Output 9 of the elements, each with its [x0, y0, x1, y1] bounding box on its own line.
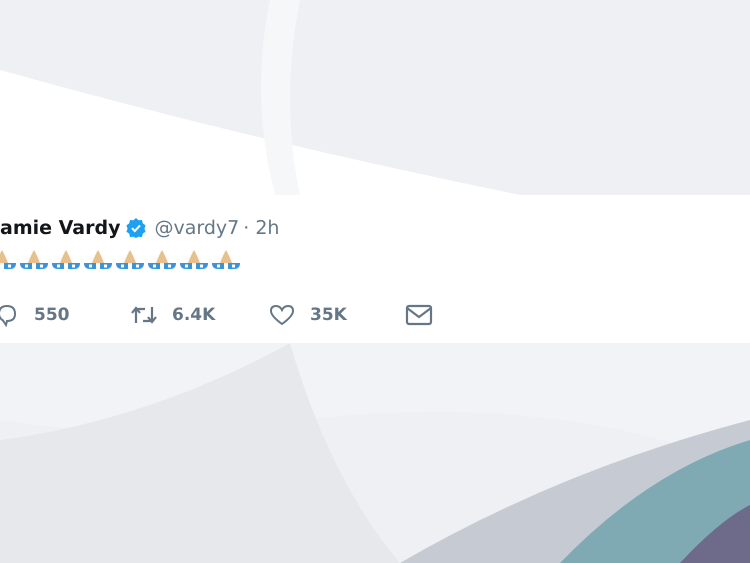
- timestamp[interactable]: · 2h: [243, 217, 280, 239]
- envelope-icon: [405, 303, 433, 327]
- message-button[interactable]: [405, 303, 433, 327]
- heart-icon: [268, 303, 296, 327]
- reply-button[interactable]: 550: [0, 303, 130, 327]
- like-button[interactable]: 35K: [268, 303, 405, 327]
- display-name: amie Vardy: [0, 217, 120, 239]
- user-handle[interactable]: @vardy7: [154, 217, 240, 239]
- retweet-button[interactable]: 6.4K: [130, 303, 268, 327]
